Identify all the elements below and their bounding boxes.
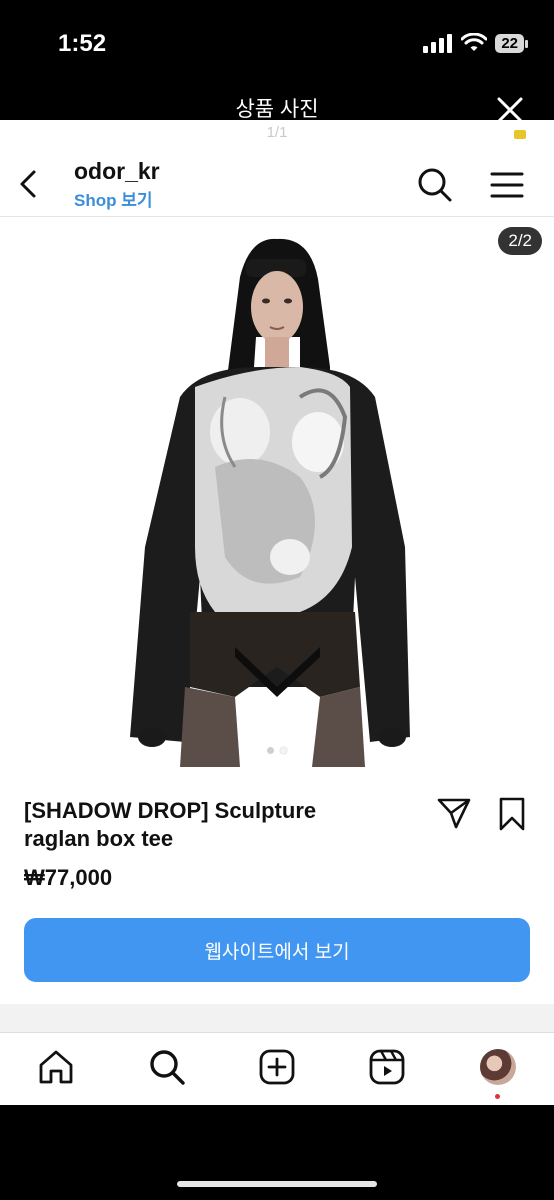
bottom-nav	[0, 1033, 554, 1105]
section-separator	[0, 1004, 554, 1032]
carousel-dots	[0, 747, 554, 754]
signal-icon	[423, 34, 453, 53]
battery-indicator: 22	[495, 33, 528, 53]
page-indicator-badge: 2/2	[498, 227, 542, 255]
carousel-dot-1[interactable]	[267, 747, 274, 754]
reels-icon[interactable]	[367, 1047, 407, 1087]
menu-icon[interactable]	[488, 168, 526, 202]
share-icon[interactable]	[436, 796, 472, 830]
wifi-icon	[461, 33, 488, 51]
product-title-line2: raglan box tee	[24, 826, 174, 851]
home-indicator[interactable]	[177, 1181, 377, 1187]
viewer-title: 상품 사진	[235, 98, 319, 121]
indicator-dot	[514, 130, 526, 139]
carousel-dot-2[interactable]	[280, 747, 287, 754]
search-icon[interactable]	[416, 166, 454, 204]
status-bar: 1:52 22	[0, 0, 554, 90]
product-photo[interactable]: 2/2	[0, 217, 554, 767]
home-icon[interactable]	[36, 1047, 76, 1087]
create-icon[interactable]	[257, 1047, 297, 1087]
product-title-line1: [SHADOW DROP] Sculpture	[24, 798, 317, 823]
product-price: ₩77,000	[24, 865, 113, 890]
shop-link[interactable]: Shop 보기	[74, 186, 153, 211]
product-title: [SHADOW DROP] Sculpture raglan box tee	[24, 797, 404, 853]
shop-header: odor_kr Shop 보기	[0, 148, 554, 217]
product-screenshot: 1/1 odor_kr Shop 보기 2/2 [SHADOW DROP] Sc…	[0, 120, 554, 1105]
notification-dot	[495, 1094, 500, 1099]
status-icons: 22	[423, 33, 528, 53]
viewer-counter: 1/1	[266, 124, 288, 141]
model-photo-illustration	[130, 238, 410, 767]
profile-avatar[interactable]	[480, 1049, 516, 1085]
bookmark-icon[interactable]	[496, 796, 528, 832]
search-icon[interactable]	[147, 1047, 187, 1087]
status-time: 1:52	[58, 30, 107, 57]
viewer-header: 상품 사진	[0, 90, 554, 123]
view-website-button[interactable]: 웹사이트에서 보기	[24, 918, 530, 982]
back-icon[interactable]	[14, 164, 44, 204]
view-website-label: 웹사이트에서 보기	[204, 941, 350, 963]
account-name[interactable]: odor_kr	[74, 158, 160, 185]
